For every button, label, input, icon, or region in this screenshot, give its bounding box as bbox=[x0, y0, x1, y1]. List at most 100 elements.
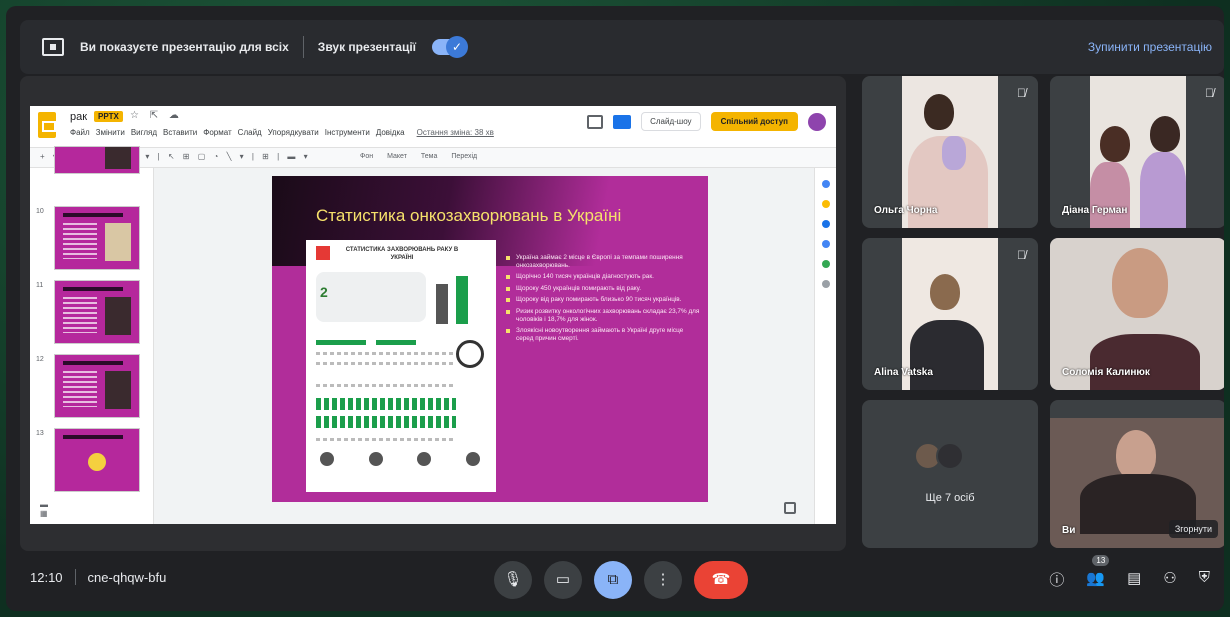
infographic-stat-bar bbox=[316, 340, 366, 345]
presentation-audio-label: Звук презентації bbox=[317, 40, 417, 54]
menu-tools[interactable]: Інструменти bbox=[325, 128, 370, 137]
transition-button[interactable]: Перехід bbox=[451, 153, 477, 160]
slide-canvas: Статистика онкозахворювань в Україні СТА… bbox=[154, 168, 826, 524]
risk-icon bbox=[320, 452, 334, 466]
participant-name: Діана Герман bbox=[1062, 205, 1128, 216]
infographic-bar bbox=[436, 284, 448, 324]
infographic-text-line bbox=[316, 438, 456, 441]
menu-edit[interactable]: Змінити bbox=[96, 128, 125, 137]
background-button[interactable]: Фон bbox=[360, 153, 373, 160]
account-avatar[interactable] bbox=[808, 112, 826, 131]
activities-icon[interactable]: ⚇ bbox=[1163, 569, 1176, 590]
present-now-icon[interactable]: ⧉ bbox=[594, 561, 632, 599]
toolbar-text-buttons: Фон Макет Тема Перехід bbox=[360, 153, 477, 160]
people-row-icon bbox=[316, 398, 456, 410]
participant-tile[interactable]: Соломія Калинюк bbox=[1050, 238, 1224, 390]
participant-body bbox=[910, 320, 984, 390]
document-title[interactable]: рак bbox=[70, 111, 87, 123]
menu-format[interactable]: Формат bbox=[203, 128, 231, 137]
meeting-details: 12:10 cne-qhqw-bfu bbox=[30, 569, 166, 585]
people-icon[interactable]: 👥 13 bbox=[1086, 555, 1110, 590]
hang-up-icon[interactable]: ☎ bbox=[694, 561, 748, 599]
slide-thumbnail[interactable] bbox=[54, 354, 140, 418]
layout-button[interactable]: Макет bbox=[387, 153, 407, 160]
risk-icon bbox=[417, 452, 432, 466]
thumbnail-title-bar bbox=[63, 287, 123, 291]
more-participants-tile[interactable]: Ще 7 осіб bbox=[862, 400, 1038, 548]
current-slide[interactable]: Статистика онкозахворювань в Україні СТА… bbox=[272, 176, 708, 502]
risk-icon bbox=[465, 452, 480, 466]
slide-thumbnail[interactable] bbox=[54, 146, 140, 174]
menu-file[interactable]: Файл bbox=[70, 128, 90, 137]
star-move-cloud-icons[interactable]: ☆ ⇱ ☁ bbox=[130, 110, 183, 121]
slide-title: Статистика онкозахворювань в Україні bbox=[316, 206, 622, 225]
menu-view[interactable]: Вигляд bbox=[131, 128, 157, 137]
menu-help[interactable]: Довідка bbox=[376, 128, 405, 137]
participant-head bbox=[924, 94, 954, 130]
contacts-icon[interactable] bbox=[821, 240, 830, 248]
slide-bullet: Щорічно 140 тисяч українців діагностують… bbox=[506, 273, 700, 281]
slideshow-button[interactable]: Слайд-шоу bbox=[641, 112, 701, 131]
slide-bullet: Ризик розвитку онкологічних захворювань … bbox=[506, 308, 700, 323]
slide-bullet: Україна займає 2 місце в Європі за темпа… bbox=[506, 254, 700, 269]
infographic-bar bbox=[456, 276, 468, 324]
participant-tile[interactable]: 🎙̸ Діана Герман bbox=[1050, 76, 1224, 228]
explore-icon[interactable] bbox=[784, 502, 796, 514]
share-button[interactable]: Спільний доступ bbox=[710, 112, 798, 131]
risk-factor-icons bbox=[320, 452, 480, 466]
calendar-icon[interactable] bbox=[821, 180, 830, 188]
participant-tile[interactable]: 🎙̸ Alina Vatska bbox=[862, 238, 1038, 390]
host-controls-icon[interactable]: ⛨ bbox=[1199, 569, 1210, 590]
grid-view-icons[interactable]: ▬ ▦ bbox=[40, 500, 153, 518]
ukraine-map-icon bbox=[316, 272, 426, 322]
last-edit-link[interactable]: Остання зміна: 38 хв bbox=[417, 128, 494, 137]
presenting-banner: Ви показуєте презентацію для всіх Звук п… bbox=[20, 20, 1224, 74]
participant-tile[interactable]: 🎙̸ Ольга Чорна bbox=[862, 76, 1038, 228]
microphone-icon[interactable]: 🎙 bbox=[494, 561, 532, 599]
slide-bullet: Щороку від раку помирають близько 90 тис… bbox=[506, 296, 700, 304]
time-code-divider bbox=[74, 569, 76, 585]
presentation-audio-toggle[interactable]: ✓ bbox=[432, 36, 469, 58]
collapse-self-view-button[interactable]: Згорнути bbox=[1168, 520, 1218, 538]
keep-icon[interactable] bbox=[821, 200, 830, 208]
slide-thumbnail[interactable] bbox=[54, 206, 140, 270]
awareness-ribbon bbox=[942, 136, 966, 170]
participant-head bbox=[1100, 126, 1130, 162]
tasks-icon[interactable] bbox=[821, 220, 830, 228]
add-on-icon[interactable] bbox=[821, 280, 830, 288]
thumbnail-photo bbox=[105, 297, 131, 335]
side-panel bbox=[814, 168, 836, 524]
meeting-code: cne-qhqw-bfu bbox=[87, 569, 167, 585]
more-options-icon[interactable]: ⋮ bbox=[644, 561, 682, 599]
chat-icon[interactable]: ▤ bbox=[1127, 569, 1141, 590]
meeting-info-icon[interactable]: ⓘ bbox=[1049, 569, 1064, 590]
comment-history-icon[interactable] bbox=[587, 114, 604, 129]
infographic-logo-icon bbox=[316, 246, 330, 260]
call-control-bar: 12:10 cne-qhqw-bfu 🎙 ▭ ⧉ ⋮ ☎ ⓘ 👥 13 ▤ ⚇ ⛨ bbox=[6, 551, 1224, 611]
slides-menubar: Файл Змінити Вигляд Вставити Формат Слай… bbox=[70, 128, 494, 137]
infographic-text-line bbox=[316, 384, 456, 387]
slide-thumbnail[interactable] bbox=[54, 280, 140, 344]
cancer-statistics-infographic: СТАТИСТИКА ЗАХВОРЮВАНЬ РАКУ В УКРАЇНІ 2 bbox=[306, 240, 496, 492]
slide-number: 10 bbox=[36, 208, 44, 215]
google-slides-logo-icon[interactable] bbox=[38, 112, 56, 138]
theme-button[interactable]: Тема bbox=[421, 153, 437, 160]
slide-thumbnail-selected[interactable] bbox=[54, 428, 140, 492]
self-view-tile[interactable]: Ви Згорнути bbox=[1050, 400, 1224, 548]
menu-slide[interactable]: Слайд bbox=[238, 128, 262, 137]
side-panel-controls: ⓘ 👥 13 ▤ ⚇ ⛨ bbox=[1049, 555, 1210, 590]
maps-icon[interactable] bbox=[821, 260, 830, 268]
slide-number: 13 bbox=[36, 430, 44, 437]
slide-bullet: Злоякісні новоутворення займають в Украї… bbox=[506, 327, 700, 342]
slide-filmstrip: 10 11 12 13 ▬ ▦ bbox=[30, 146, 154, 524]
avatar bbox=[936, 442, 964, 470]
check-icon: ✓ bbox=[446, 36, 469, 58]
current-time: 12:10 bbox=[30, 569, 63, 585]
meet-present-icon[interactable] bbox=[613, 114, 632, 129]
menu-arrange[interactable]: Упорядкувати bbox=[268, 128, 319, 137]
infographic-text-line bbox=[316, 362, 456, 365]
stop-presenting-link[interactable]: Зупинити презентацію bbox=[1088, 40, 1212, 54]
slides-header-actions: Слайд-шоу Спільний доступ bbox=[587, 112, 826, 131]
camera-icon[interactable]: ▭ bbox=[544, 561, 582, 599]
menu-insert[interactable]: Вставити bbox=[163, 128, 197, 137]
